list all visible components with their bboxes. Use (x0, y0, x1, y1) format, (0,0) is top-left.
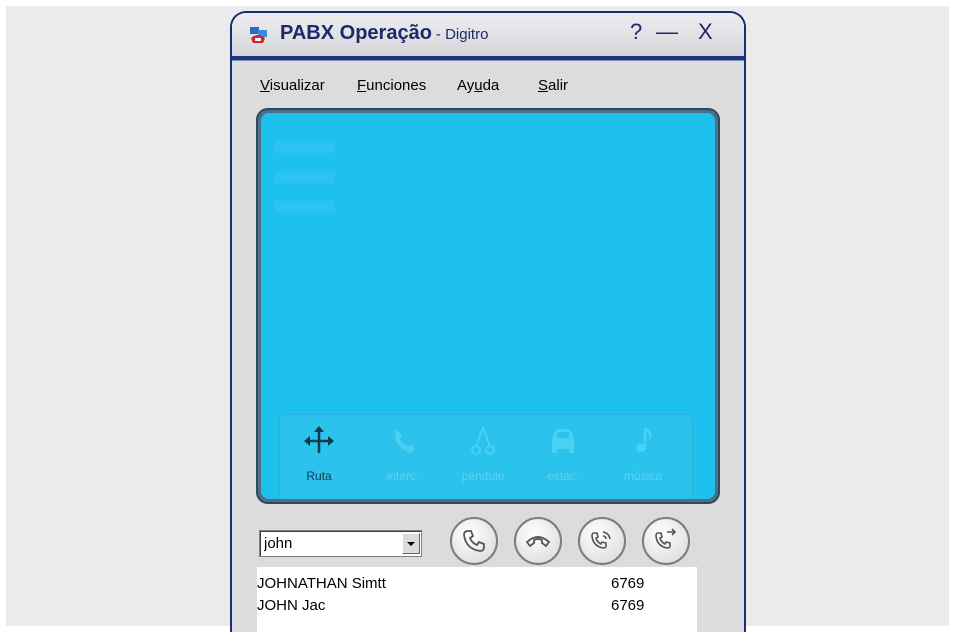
close-button[interactable]: X (698, 19, 713, 45)
phone-handset-icon (463, 530, 485, 552)
func-ruta[interactable]: Ruta (286, 425, 352, 495)
hangup-button[interactable] (514, 517, 562, 565)
func-label: estac. (546, 469, 579, 483)
func-interc[interactable]: interc. (370, 425, 436, 495)
transfer-button[interactable] (642, 517, 690, 565)
window-title-text: PABX Operação (280, 22, 432, 44)
window-subtitle: - Digitro (435, 26, 489, 43)
function-panel: Ruta interc. péndulo estac. música (279, 414, 693, 499)
func-label: Ruta (306, 469, 332, 483)
title-divider (232, 56, 744, 61)
func-label: péndulo (461, 469, 505, 483)
music-note-icon (636, 426, 652, 452)
func-label: interc. (386, 469, 420, 483)
car-icon (552, 429, 574, 453)
window-title: PABX Operação - Digitro (280, 22, 488, 45)
pabx-window: PABX Operação - Digitro ? — X Visualizar … (230, 11, 746, 632)
func-estac[interactable]: estac. (530, 425, 596, 495)
pabx-phone-icon (250, 27, 267, 43)
hangup-handset-icon (525, 536, 551, 548)
search-combobox[interactable] (259, 530, 422, 557)
ring-button[interactable] (578, 517, 626, 565)
display-ghost-line (275, 201, 335, 213)
result-extension: 6769 (611, 575, 645, 592)
search-dropdown-button[interactable] (402, 533, 420, 554)
func-musica[interactable]: música (610, 425, 676, 495)
display-frame: Ruta interc. péndulo estac. música (256, 108, 720, 504)
menu-salir[interactable]: Salir (538, 77, 568, 94)
result-name: JOHNATHAN Simtt (257, 575, 386, 592)
result-extension: 6769 (611, 597, 645, 614)
func-label: música (623, 469, 662, 483)
title-bar[interactable]: PABX Operação - Digitro ? — X (232, 13, 744, 56)
result-row[interactable]: JOHNATHAN Simtt 6769 (257, 575, 687, 595)
help-button[interactable]: ? (630, 19, 642, 45)
menu-funciones[interactable]: Funciones (357, 77, 426, 94)
intercept-phone-icon (395, 429, 414, 453)
result-row[interactable]: JOHN Jac 6769 (257, 597, 687, 617)
func-pendulo[interactable]: péndulo (450, 425, 516, 495)
ringing-phone-icon (591, 531, 611, 549)
pendulum-icon (471, 426, 495, 455)
results-list: JOHNATHAN Simtt 6769 JOHN Jac 6769 (257, 567, 697, 632)
menu-ayuda[interactable]: Ayuda (457, 77, 499, 94)
minimize-button[interactable]: — (656, 19, 678, 45)
answer-button[interactable] (450, 517, 498, 565)
result-name: JOHN Jac (257, 597, 326, 614)
menu-bar: Visualizar Funciones Ayuda Salir (232, 77, 744, 99)
display-ghost-line (275, 141, 335, 153)
call-display: Ruta interc. péndulo estac. música (261, 113, 715, 499)
display-ghost-line (275, 171, 335, 183)
route-arrows-icon (304, 426, 334, 453)
menu-visualizar[interactable]: Visualizar (260, 77, 325, 94)
transfer-phone-icon (655, 528, 677, 549)
search-input[interactable] (264, 534, 392, 553)
